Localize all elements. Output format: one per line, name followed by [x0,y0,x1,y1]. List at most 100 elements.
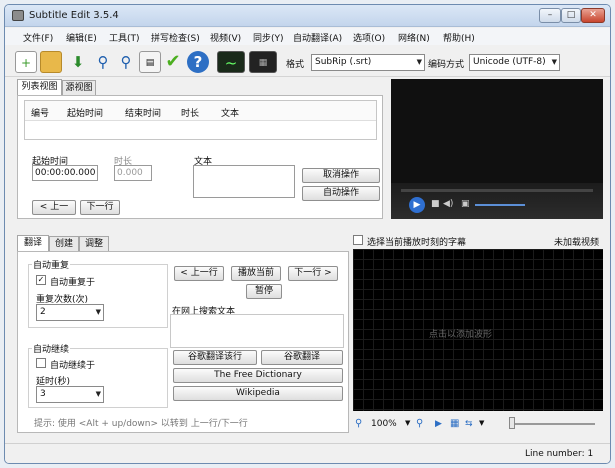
column-end-time[interactable]: 结束时间 [125,106,161,119]
translate-panel: 自动重复 ✓ 自动重复于 重复次数(次) 2 ▼ 自动继续 自动继续于 延时(秒)… [17,251,349,433]
video-toggle-icon[interactable]: ▦ [249,51,277,73]
menu-file[interactable]: 文件(F) [23,31,53,44]
zoom-value[interactable]: 100% [371,419,397,429]
chevron-down-icon: ▼ [416,58,422,66]
chevron-down-icon: ▼ [95,390,101,398]
visual-sync-icon[interactable]: ▤ [139,51,161,73]
chevron-down-icon[interactable]: ▼ [479,419,484,427]
waveform-zoom-slider[interactable] [515,423,595,425]
subtitle-table[interactable]: 编号 起始时间 结束时间 时长 文本 [24,100,377,140]
subtitle-text-input[interactable] [193,165,295,198]
slider-thumb[interactable] [509,417,515,429]
delay-select[interactable]: 3 ▼ [36,386,104,403]
repeat-count-select[interactable]: 2 ▼ [36,304,104,321]
format-value: SubRip (.srt) [315,57,372,67]
waveform-area[interactable]: 点击以添加波形 [353,249,603,411]
app-window: Subtitle Edit 3.5.4 – □ ✕ 文件(F) 编辑(E) 工具… [4,4,611,464]
play-waveform-icon[interactable]: ▶ [435,419,442,429]
format-label: 格式 [286,60,305,70]
previous-line-button[interactable]: < 上一行 [174,266,224,281]
encoding-select[interactable]: Unicode (UTF-8) ▼ [469,54,560,71]
zoom-in-icon[interactable]: ⚲ [416,418,423,429]
auto-button[interactable]: 自动操作 [302,186,380,201]
play-icon[interactable]: ▶ [409,197,425,213]
close-button[interactable]: ✕ [581,8,605,23]
arrows-icon[interactable]: ⇆ [465,419,473,429]
menu-options[interactable]: 选项(O) [353,31,385,44]
pause-button[interactable]: 暂停 [246,284,282,299]
delay-value: 3 [40,389,46,399]
open-folder-icon[interactable] [40,51,62,73]
column-number[interactable]: 编号 [31,106,49,119]
menu-auto-translate[interactable]: 自动翻译(A) [293,31,342,44]
free-dictionary-button[interactable]: The Free Dictionary [173,368,343,383]
auto-continue-title: 自动继续 [32,342,71,355]
tab-list-view[interactable]: 列表视图 [17,79,62,95]
save-download-icon[interactable]: ⬇ [67,51,89,73]
auto-repeat-on-label: 自动重复于 [50,278,96,288]
search-web-group [170,314,344,348]
undo-button[interactable]: 取消操作 [302,168,380,183]
new-file-icon[interactable]: + [15,51,37,73]
video-player[interactable]: ▶ ■ ◀) ▣ [391,79,603,219]
chevron-down-icon: ▼ [551,58,557,66]
app-icon [12,10,24,21]
zoom-out-icon[interactable]: ⚲ [355,418,362,429]
stop-icon[interactable]: ■ [431,199,440,209]
start-time-input[interactable]: 00:00:00.000 [32,165,98,181]
select-current-checkbox[interactable] [353,235,363,245]
no-video-label: 未加载视频 [554,238,600,248]
volume-icon[interactable]: ◀) [443,199,453,209]
window-title: Subtitle Edit 3.5.4 [29,10,119,21]
replace-icon[interactable]: ⚲ [115,51,137,73]
video-controls: ▶ ■ ◀) ▣ [391,183,603,219]
column-text[interactable]: 文本 [221,106,239,119]
grid-icon[interactable]: ▦ [450,418,459,429]
toolbar: + ⬇ ⚲ ⚲ ▤ ✔ ? ~ ▦ 格式 SubRip (.srt) ▼ 编码方式… [5,45,610,77]
waveform-toggle-icon[interactable]: ~ [217,51,245,73]
auto-continue-checkbox[interactable] [36,358,46,368]
tab-source-view[interactable]: 源视图 [62,80,96,95]
encoding-label: 编码方式 [428,60,465,70]
duration-input[interactable]: 0.000 [114,165,152,181]
keyboard-hint: 提示: 使用 <Alt + up/down> 以转到 上一行/下一行 [34,419,248,429]
encoding-value: Unicode (UTF-8) [473,57,546,67]
chevron-down-icon[interactable]: ▼ [405,419,410,427]
google-translate-line-button[interactable]: 谷歌翻译该行 [173,350,257,365]
maximize-button[interactable]: □ [561,8,581,23]
format-select[interactable]: SubRip (.srt) ▼ [311,54,425,71]
next-line-button[interactable]: 下一行 > [288,266,338,281]
google-translate-button[interactable]: 谷歌翻译 [261,350,343,365]
auto-repeat-checkbox[interactable]: ✓ [36,275,46,285]
volume-slider[interactable] [475,204,525,206]
menu-network[interactable]: 网络(N) [398,31,430,44]
menu-help[interactable]: 帮助(H) [443,31,475,44]
spellcheck-icon[interactable]: ✔ [162,51,184,73]
video-seek-bar[interactable] [401,189,593,192]
menu-edit[interactable]: 编辑(E) [66,31,97,44]
help-icon[interactable]: ? [187,51,209,73]
fullscreen-icon[interactable]: ▣ [461,199,470,209]
previous-button[interactable]: < 上一 [32,200,76,215]
status-bar: Line number: 1 [5,443,610,463]
menu-bar: 文件(F) 编辑(E) 工具(T) 拼写检查(S) 视频(V) 同步(Y) 自动… [5,28,610,45]
tab-create[interactable]: 创建 [49,236,79,251]
select-current-label: 选择当前播放时刻的字幕 [367,238,467,248]
menu-video[interactable]: 视频(V) [210,31,241,44]
title-bar: Subtitle Edit 3.5.4 – □ ✕ [5,5,610,27]
tab-translate[interactable]: 翻译 [17,235,49,251]
menu-sync[interactable]: 同步(Y) [253,31,284,44]
subtitle-list-panel: 编号 起始时间 结束时间 时长 文本 起始时间 00:00:00.000 时长 … [17,95,383,219]
minimize-button[interactable]: – [539,8,561,23]
play-current-button[interactable]: 播放当前 [231,266,281,281]
repeat-count-value: 2 [40,307,46,317]
tab-adjust[interactable]: 调整 [79,236,109,251]
column-start-time[interactable]: 起始时间 [67,106,103,119]
menu-spellcheck[interactable]: 拼写检查(S) [151,31,200,44]
column-duration[interactable]: 时长 [181,106,199,119]
wikipedia-button[interactable]: Wikipedia [173,386,343,401]
next-button[interactable]: 下一行 [80,200,120,215]
search-icon[interactable]: ⚲ [92,51,114,73]
chevron-down-icon: ▼ [95,308,101,316]
menu-tools[interactable]: 工具(T) [109,31,140,44]
